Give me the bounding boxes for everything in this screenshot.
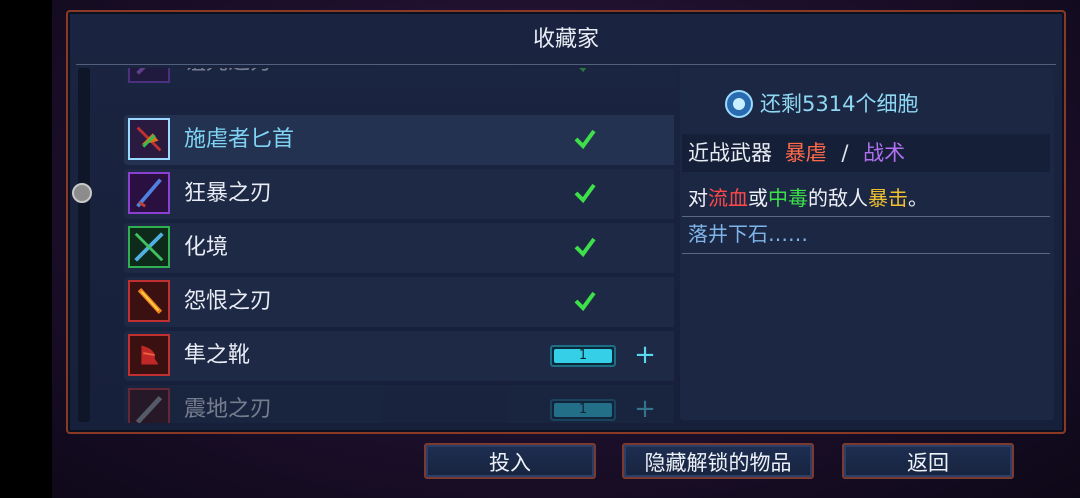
list-item-selected[interactable]: 施虐者匕首 xyxy=(124,115,674,165)
check-icon xyxy=(574,129,596,150)
list-item[interactable]: 震地之刃 1 + xyxy=(124,385,674,423)
check-icon xyxy=(574,291,596,312)
plus-icon[interactable]: + xyxy=(632,396,658,423)
item-label: 怨恨之刃 xyxy=(184,289,273,314)
tag-separator: / xyxy=(841,141,849,165)
dagger-icon xyxy=(128,118,170,160)
desc-crit: 暴击 xyxy=(868,186,908,210)
desc-bleed: 流血 xyxy=(708,186,748,210)
boots-icon xyxy=(128,334,170,376)
item-description: 对流血或中毒的敌人暴击。 xyxy=(688,180,1048,216)
title-divider xyxy=(76,64,1056,65)
cells-text: 还剩5314个细胞 xyxy=(760,92,919,116)
check-icon xyxy=(574,237,596,258)
blade-icon xyxy=(128,172,170,214)
scrollbar-handle[interactable] xyxy=(72,183,92,203)
divider xyxy=(682,216,1050,217)
item-list[interactable]: 诅咒之刃 施虐者匕首 狂暴之刃 化境 xyxy=(78,68,674,423)
tag-tactics: 战术 xyxy=(863,141,906,165)
invest-button[interactable]: 投入 xyxy=(424,443,596,479)
cell-icon xyxy=(725,90,753,118)
list-item[interactable]: 隼之靴 1 + xyxy=(124,331,674,381)
desc-text: 的敌人 xyxy=(808,186,868,210)
list-item[interactable]: 诅咒之刃 xyxy=(124,68,674,88)
item-detail-panel: 还剩5314个细胞 近战武器 暴虐 / 战术 对流血或中毒的敌人暴击。 落井下石… xyxy=(680,68,1054,420)
divider xyxy=(682,253,1050,254)
flavor-text: 落井下石…… xyxy=(688,222,808,246)
panel-title: 收藏家 xyxy=(532,27,599,52)
screen-edge xyxy=(0,0,52,498)
check-icon xyxy=(574,183,596,204)
blade-icon xyxy=(128,388,170,423)
item-label: 隼之靴 xyxy=(184,343,251,368)
desc-text: 。 xyxy=(908,186,928,210)
scrollbar-track[interactable] xyxy=(78,68,90,422)
sword-icon xyxy=(128,280,170,322)
stepper-value: 1 xyxy=(578,348,588,363)
item-label: 震地之刃 xyxy=(184,397,273,422)
desc-text: 或 xyxy=(748,186,768,210)
collector-panel: 收藏家 诅咒之刃 施虐者匕首 狂暴之刃 xyxy=(66,10,1066,434)
list-item[interactable]: 狂暴之刃 xyxy=(124,169,674,219)
item-label: 诅咒之刃 xyxy=(184,68,272,88)
plus-icon[interactable]: + xyxy=(632,342,658,369)
quantity-stepper[interactable]: 1 xyxy=(550,399,616,421)
list-item[interactable]: 化境 xyxy=(124,223,674,273)
cells-remaining: 还剩5314个细胞 xyxy=(725,84,919,124)
item-label: 狂暴之刃 xyxy=(184,181,273,206)
check-icon xyxy=(579,68,587,73)
quantity-stepper[interactable]: 1 xyxy=(550,345,616,367)
item-type-line: 近战武器 暴虐 / 战术 xyxy=(682,134,1050,172)
item-label: 化境 xyxy=(184,235,229,260)
item-label: 施虐者匕首 xyxy=(184,127,295,152)
desc-text: 对 xyxy=(688,186,708,210)
stepper-value: 1 xyxy=(578,402,588,417)
hide-unlocked-button[interactable]: 隐藏解锁的物品 xyxy=(622,443,814,479)
tag-brutality: 暴虐 xyxy=(784,141,827,165)
spear-icon xyxy=(128,226,170,268)
item-icon xyxy=(128,68,170,83)
desc-poison: 中毒 xyxy=(768,186,808,210)
back-button[interactable]: 返回 xyxy=(842,443,1014,479)
item-category: 近战武器 xyxy=(688,141,772,165)
list-item[interactable]: 怨恨之刃 xyxy=(124,277,674,327)
